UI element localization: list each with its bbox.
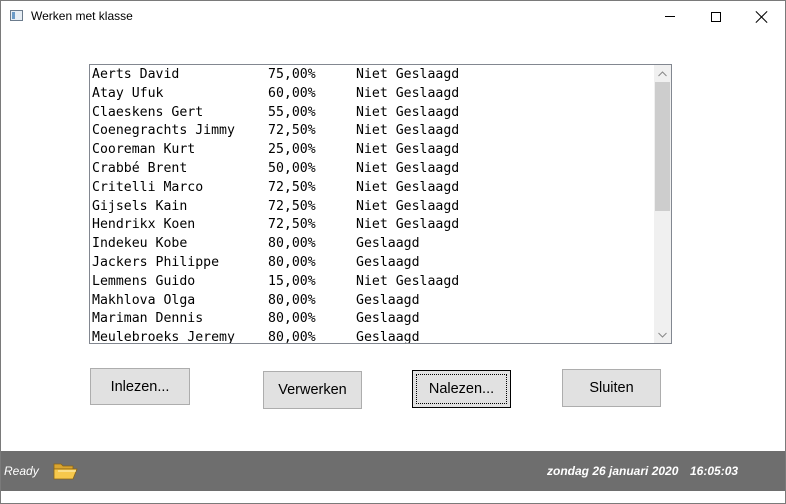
student-result: Geslaagd: [356, 311, 420, 327]
student-name: Gijsels Kain: [92, 198, 188, 214]
maximize-button[interactable]: [693, 1, 739, 32]
student-score: 15,00%: [268, 273, 316, 289]
student-result: Niet Geslaagd: [356, 104, 460, 120]
student-name: Indekeu Kobe: [92, 236, 188, 252]
student-score: 72,50%: [268, 123, 316, 139]
student-score: 72,50%: [268, 179, 316, 195]
list-item[interactable]: Atay Ufuk 60,00% Niet Geslaagd: [92, 85, 652, 104]
student-score: 25,00%: [268, 142, 316, 158]
list-item[interactable]: Cooreman Kurt 25,00% Niet Geslaagd: [92, 141, 652, 160]
student-name: Atay Ufuk: [92, 85, 164, 101]
student-score: 75,00%: [268, 67, 316, 82]
student-result: Geslaagd: [356, 330, 420, 344]
title-bar[interactable]: Werken met klasse: [1, 1, 785, 32]
list-item[interactable]: Crabbé Brent 50,00% Niet Geslaagd: [92, 160, 652, 179]
list-item[interactable]: Jackers Philippe 80,00% Geslaagd: [92, 254, 652, 273]
student-result: Niet Geslaagd: [356, 217, 460, 233]
minimize-button[interactable]: [647, 1, 693, 32]
list-item[interactable]: Mariman Dennis 80,00% Geslaagd: [92, 310, 652, 329]
student-name: Cooreman Kurt: [92, 142, 196, 158]
minimize-icon: [665, 16, 675, 17]
student-score: 80,00%: [268, 236, 316, 252]
scroll-down-button[interactable]: [654, 326, 671, 343]
list-item[interactable]: Hendrikx Koen 72,50% Niet Geslaagd: [92, 216, 652, 235]
student-name: Meulebroeks Jeremy: [92, 330, 235, 344]
student-result: Geslaagd: [356, 292, 420, 308]
student-score: 80,00%: [268, 330, 316, 344]
list-rows: Aerts David 75,00% Niet Geslaagd Atay Ufuk 6…: [92, 66, 652, 344]
student-name: Critelli Marco: [92, 179, 204, 195]
list-item[interactable]: Claeskens Gert 55,00% Niet Geslaagd: [92, 104, 652, 123]
nalezen-label: Nalezen...: [428, 381, 495, 397]
student-score: 72,50%: [268, 217, 316, 233]
student-result: Niet Geslaagd: [356, 67, 460, 82]
student-result: Niet Geslaagd: [356, 198, 460, 214]
student-name: Aerts David: [92, 67, 180, 82]
status-ready: Ready: [4, 464, 39, 478]
student-score: 80,00%: [268, 292, 316, 308]
list-item[interactable]: Indekeu Kobe 80,00% Geslaagd: [92, 235, 652, 254]
student-name: Mariman Dennis: [92, 311, 204, 327]
scroll-up-button[interactable]: [654, 65, 671, 82]
student-result: Niet Geslaagd: [356, 85, 460, 101]
list-item[interactable]: Meulebroeks Jeremy 80,00% Geslaagd: [92, 329, 652, 344]
inlezen-button[interactable]: Inlezen...: [90, 368, 190, 405]
status-bar: Ready zondag 26 januari 2020 16:05:03: [1, 451, 785, 491]
student-result: Niet Geslaagd: [356, 179, 460, 195]
student-name: Claeskens Gert: [92, 104, 204, 120]
student-score: 50,00%: [268, 160, 316, 176]
student-score: 60,00%: [268, 85, 316, 101]
nalezen-button[interactable]: Nalezen...: [412, 370, 511, 408]
student-name: Coenegrachts Jimmy: [92, 123, 235, 139]
verwerken-button[interactable]: Verwerken: [263, 371, 362, 409]
student-score: 55,00%: [268, 104, 316, 120]
list-item[interactable]: Coenegrachts Jimmy 72,50% Niet Geslaagd: [92, 122, 652, 141]
student-name: Lemmens Guido: [92, 273, 196, 289]
student-result: Geslaagd: [356, 236, 420, 252]
student-name: Hendrikx Koen: [92, 217, 196, 233]
vertical-scrollbar[interactable]: [654, 65, 671, 343]
close-icon: [756, 11, 768, 23]
open-folder-icon[interactable]: [53, 461, 79, 481]
student-result: Niet Geslaagd: [356, 142, 460, 158]
sluiten-button[interactable]: Sluiten: [562, 369, 661, 407]
close-button[interactable]: [739, 1, 785, 32]
results-listbox[interactable]: Aerts David 75,00% Niet Geslaagd Atay Ufuk 6…: [89, 64, 672, 344]
main-window: Werken met klasse Aerts David 75,00% Niet …: [0, 0, 786, 504]
window-title: Werken met klasse: [31, 9, 133, 23]
student-name: Jackers Philippe: [92, 254, 220, 270]
list-item[interactable]: Gijsels Kain 72,50% Niet Geslaagd: [92, 198, 652, 217]
list-item[interactable]: Aerts David 75,00% Niet Geslaagd: [92, 66, 652, 85]
student-score: 72,50%: [268, 198, 316, 214]
list-item[interactable]: Makhlova Olga 80,00% Geslaagd: [92, 292, 652, 311]
status-time: 16:05:03: [690, 464, 739, 478]
student-result: Niet Geslaagd: [356, 160, 460, 176]
list-item[interactable]: Lemmens Guido 15,00% Niet Geslaagd: [92, 273, 652, 292]
list-item[interactable]: Critelli Marco 72,50% Niet Geslaagd: [92, 179, 652, 198]
scroll-thumb[interactable]: [655, 82, 670, 211]
status-date: zondag 26 januari 2020: [547, 464, 679, 478]
student-result: Geslaagd: [356, 254, 420, 270]
chevron-down-icon: [658, 332, 667, 338]
chevron-up-icon: [658, 70, 667, 76]
student-score: 80,00%: [268, 254, 316, 270]
student-result: Niet Geslaagd: [356, 273, 460, 289]
maximize-icon: [711, 11, 721, 22]
student-result: Niet Geslaagd: [356, 123, 460, 139]
student-score: 80,00%: [268, 311, 316, 327]
student-name: Crabbé Brent: [92, 160, 188, 176]
app-window-icon[interactable]: [10, 10, 23, 21]
student-name: Makhlova Olga: [92, 292, 196, 308]
